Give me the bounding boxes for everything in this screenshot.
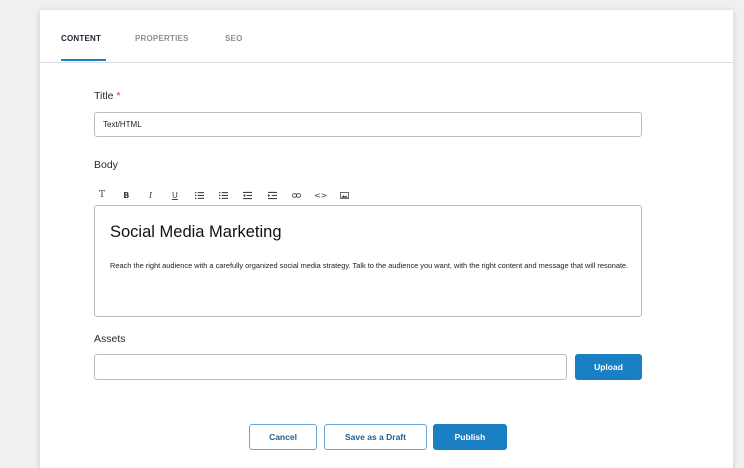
save-draft-button[interactable]: Save as a Draft bbox=[324, 424, 427, 450]
image-button[interactable] bbox=[337, 188, 353, 202]
edit-content-panel: CONTENT PROPERTIES SEO Title * Body T B … bbox=[40, 10, 733, 468]
assets-label: Assets bbox=[94, 333, 126, 345]
bold-button[interactable]: B bbox=[118, 188, 134, 202]
title-input[interactable] bbox=[94, 112, 642, 137]
tab-seo[interactable]: SEO bbox=[225, 34, 243, 43]
body-label: Body bbox=[94, 159, 118, 171]
active-tab-indicator bbox=[61, 59, 106, 61]
indent-icon bbox=[267, 191, 277, 199]
title-label: Title * bbox=[94, 90, 120, 102]
required-asterisk: * bbox=[116, 90, 121, 102]
rich-text-editor[interactable]: Social Media Marketing Reach the right a… bbox=[94, 205, 642, 317]
outdent-icon bbox=[243, 191, 253, 199]
image-icon bbox=[340, 191, 350, 199]
code-button[interactable]: <> bbox=[313, 188, 329, 202]
unordered-list-button[interactable] bbox=[215, 188, 231, 202]
ordered-list-button[interactable] bbox=[191, 188, 207, 202]
indent-button[interactable] bbox=[264, 188, 280, 202]
editor-toolbar: T B I U <> bbox=[94, 186, 394, 204]
editor-paragraph: Reach the right audience with a carefull… bbox=[110, 261, 629, 270]
link-icon bbox=[291, 192, 301, 198]
italic-button[interactable]: I bbox=[143, 188, 159, 202]
assets-input[interactable] bbox=[94, 354, 567, 380]
tab-bar: CONTENT PROPERTIES SEO bbox=[40, 10, 733, 63]
unordered-list-icon bbox=[218, 191, 228, 199]
tab-content[interactable]: CONTENT bbox=[61, 34, 101, 43]
underline-button[interactable]: U bbox=[167, 188, 183, 202]
editor-heading: Social Media Marketing bbox=[110, 223, 282, 241]
publish-button[interactable]: Publish bbox=[433, 424, 507, 450]
cancel-button[interactable]: Cancel bbox=[249, 424, 317, 450]
outdent-button[interactable] bbox=[240, 188, 256, 202]
upload-button[interactable]: Upload bbox=[575, 354, 642, 380]
ordered-list-icon bbox=[194, 191, 204, 199]
title-label-text: Title bbox=[94, 90, 114, 102]
tab-properties[interactable]: PROPERTIES bbox=[135, 34, 189, 43]
link-button[interactable] bbox=[288, 188, 304, 202]
text-style-button[interactable]: T bbox=[94, 188, 110, 202]
